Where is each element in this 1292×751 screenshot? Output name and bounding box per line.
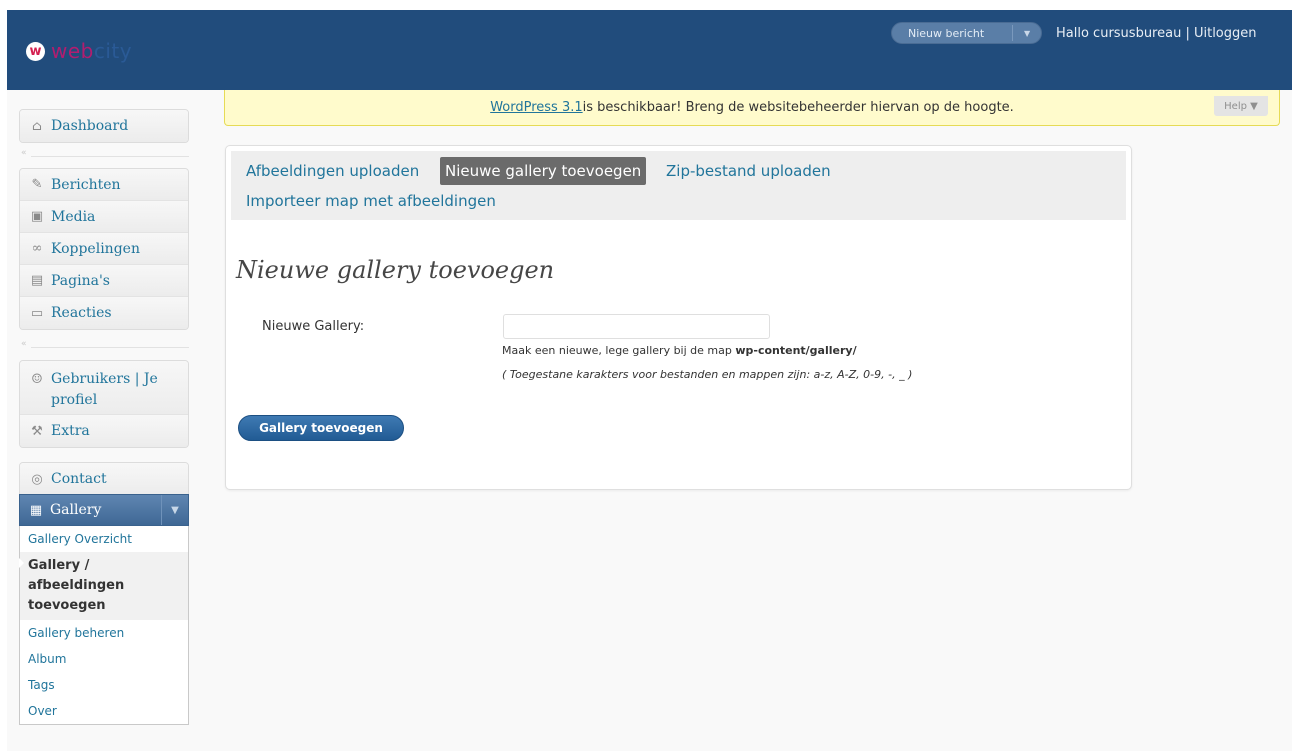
sidebar-item-label: Contact [51,471,107,487]
notice-text: is beschikbaar! Breng de websitebeheerde… [582,100,1014,115]
new-post-button[interactable]: Nieuw bericht ▼ [891,22,1042,44]
submenu-item-gallery-beheren[interactable]: Gallery beheren [20,620,188,646]
dashboard-icon: ⌂ [32,118,42,134]
sidebar-item-gebruikers[interactable]: ☺ Gebruikers | Je profiel [20,361,188,415]
menu-separator: « [19,339,189,352]
sidebar-item-contact[interactable]: ◎ Contact [20,463,188,495]
site-logo[interactable]: w webcity [26,39,132,63]
menu-group-content: ✎ Berichten ▣ Media ∞ Koppelingen ▤ Pagi… [19,168,189,330]
tools-icon: ⚒ [31,423,43,439]
sidebar-item-berichten[interactable]: ✎ Berichten [20,169,188,201]
comments-icon: ▭ [30,305,44,321]
sidebar-item-dashboard[interactable]: ⌂ Dashboard [20,110,188,142]
tab-importeer-map[interactable]: Importeer map met afbeeldingen [246,187,496,215]
menu-group-dashboard: ⌂ Dashboard [19,109,189,143]
sidebar-item-label: Media [51,208,96,225]
admin-header: w webcity Nieuw bericht ▼ Hallo cursusbu… [7,10,1292,90]
sidebar-item-media[interactable]: ▣ Media [20,201,188,233]
pin-icon: ✎ [31,177,43,192]
menu-separator: « [19,148,189,161]
gallery-submenu: Gallery Overzicht Gallery / afbeeldingen… [19,526,189,725]
gallery-icon: ▦ [29,502,43,518]
tab-zip-bestand-uploaden[interactable]: Zip-bestand uploaden [666,157,831,185]
gallery-path: wp-content/gallery/ [735,344,857,357]
admin-page: w webcity Nieuw bericht ▼ Hallo cursusbu… [7,10,1292,751]
logo-mark-icon: w [26,41,45,61]
pages-icon: ▤ [30,273,44,288]
sidebar-item-label: Dashboard [51,118,129,134]
contact-icon: ◎ [31,471,43,487]
page-title: Nieuwe gallery toevoegen [236,256,555,284]
sidebar-item-label: Berichten [51,176,121,193]
sidebar-item-reacties[interactable]: ▭ Reacties [20,297,188,329]
submenu-item-gallery-toevoegen[interactable]: Gallery / afbeeldingen toevoegen [19,552,188,620]
add-gallery-panel: Afbeeldingen uploaden Nieuwe gallery toe… [225,145,1132,490]
wordpress-version-link[interactable]: WordPress 3.1 [490,100,582,115]
gallery-name-label: Nieuwe Gallery: [262,319,365,334]
allowed-characters-note: ( Toegestane karakters voor bestanden en… [502,368,913,381]
update-notice: WordPress 3.1 is beschikbaar! Breng de w… [224,90,1280,126]
sidebar-item-koppelingen[interactable]: ∞ Koppelingen [20,233,188,265]
tab-afbeeldingen-uploaden[interactable]: Afbeeldingen uploaden [246,157,419,185]
menu-group-plugins: ◎ Contact [19,462,189,496]
user-greeting[interactable]: Hallo cursusbureau | Uitloggen [1056,26,1257,41]
sidebar-item-label: Extra [51,423,90,439]
tab-nieuwe-gallery[interactable]: Nieuwe gallery toevoegen [440,157,647,185]
gallery-path-description: Maak een nieuwe, lege gallery bij de map… [502,344,857,357]
menu-group-users: ☺ Gebruikers | Je profiel ⚒ Extra [19,360,189,448]
sidebar-item-extra[interactable]: ⚒ Extra [20,415,188,447]
submenu-item-tags[interactable]: Tags [20,672,188,698]
sidebar-item-label: Koppelingen [51,240,140,257]
link-icon: ∞ [31,241,43,256]
gallery-name-input[interactable] [503,314,770,339]
media-icon: ▣ [30,209,44,224]
sidebar-item-paginas[interactable]: ▤ Pagina's [20,265,188,297]
chevron-down-icon[interactable]: ▼ [161,495,188,525]
submenu-item-gallery-overzicht[interactable]: Gallery Overzicht [20,526,188,552]
chevron-down-icon[interactable]: ▼ [1013,29,1041,38]
sidebar-item-label: Reacties [51,305,112,321]
help-tab[interactable]: Help ▼ [1214,96,1268,116]
submenu-item-over[interactable]: Over [20,698,188,724]
add-gallery-button[interactable]: Gallery toevoegen [238,415,404,441]
sidebar-item-label: Pagina's [51,272,110,289]
submenu-item-album[interactable]: Album [20,646,188,672]
sidebar-item-label: Gebruikers | Je profiel [51,371,158,408]
users-icon: ☺ [31,371,43,387]
sidebar-item-label: Gallery [50,502,102,518]
new-post-label: Nieuw bericht [908,26,985,40]
logo-text: webcity [51,39,133,63]
tab-bar: Afbeeldingen uploaden Nieuwe gallery toe… [231,151,1126,220]
sidebar-item-gallery[interactable]: ▦ Gallery ▼ [19,494,189,526]
